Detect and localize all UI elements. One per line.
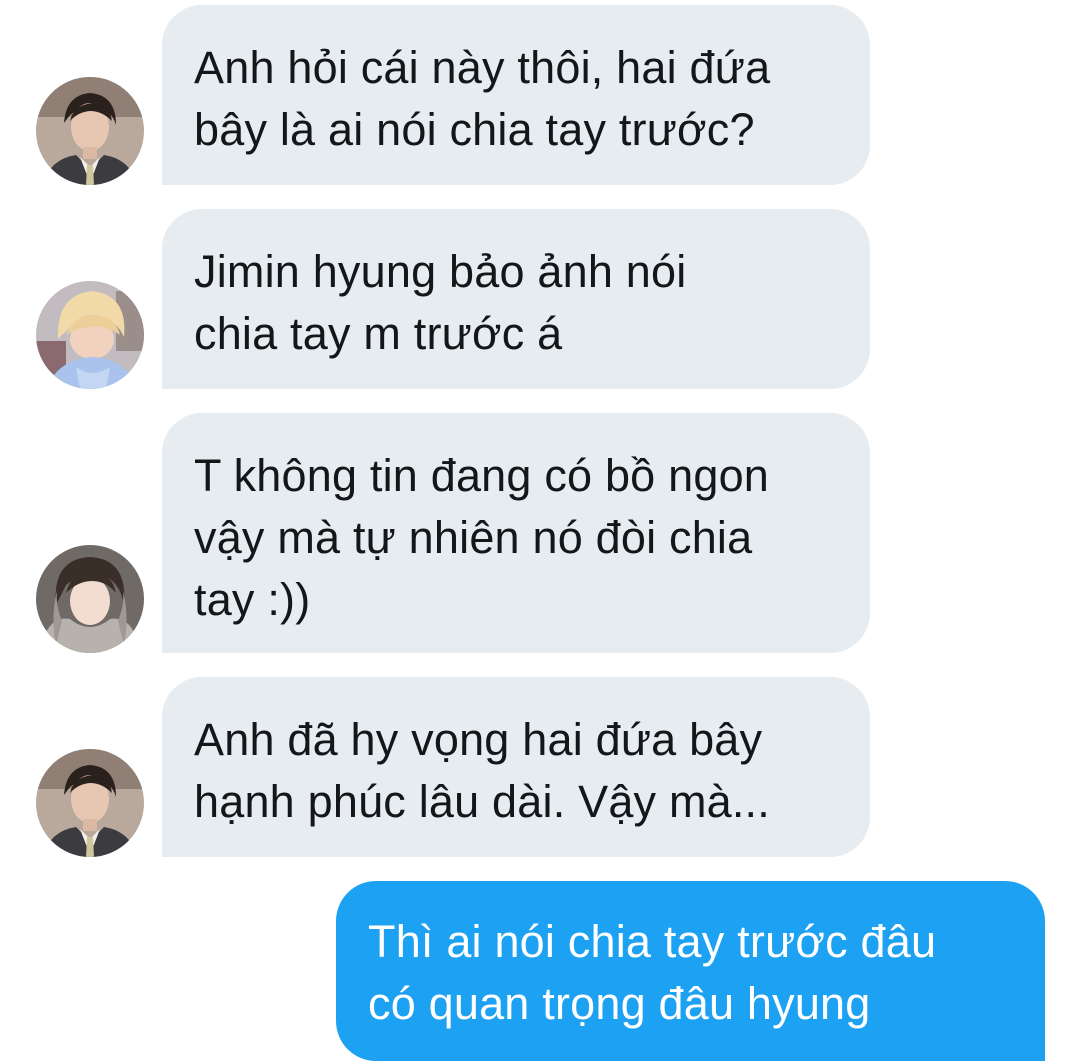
avatar-jimin-icon[interactable] <box>36 281 144 389</box>
message-bubble-incoming[interactable]: T không tin đang có bồ ngon vậy mà tự nh… <box>162 413 870 653</box>
message-bubble-outgoing[interactable]: Thì ai nói chia tay trước đâu có quan tr… <box>336 881 1045 1061</box>
avatar-taehyung-icon[interactable] <box>36 545 144 653</box>
message-bubble-incoming[interactable]: Anh đã hy vọng hai đứa bây hạnh phúc lâu… <box>162 677 870 857</box>
message-bubble-incoming[interactable]: Anh hỏi cái này thôi, hai đứa bây là ai … <box>162 5 870 185</box>
message-thread: Anh hỏi cái này thôi, hai đứa bây là ai … <box>0 0 1080 1063</box>
message-bubble-incoming[interactable]: Jimin hyung bảo ảnh nói chia tay m trước… <box>162 209 870 389</box>
avatar-jin-icon[interactable] <box>36 749 144 857</box>
avatar-jin-icon[interactable] <box>36 77 144 185</box>
